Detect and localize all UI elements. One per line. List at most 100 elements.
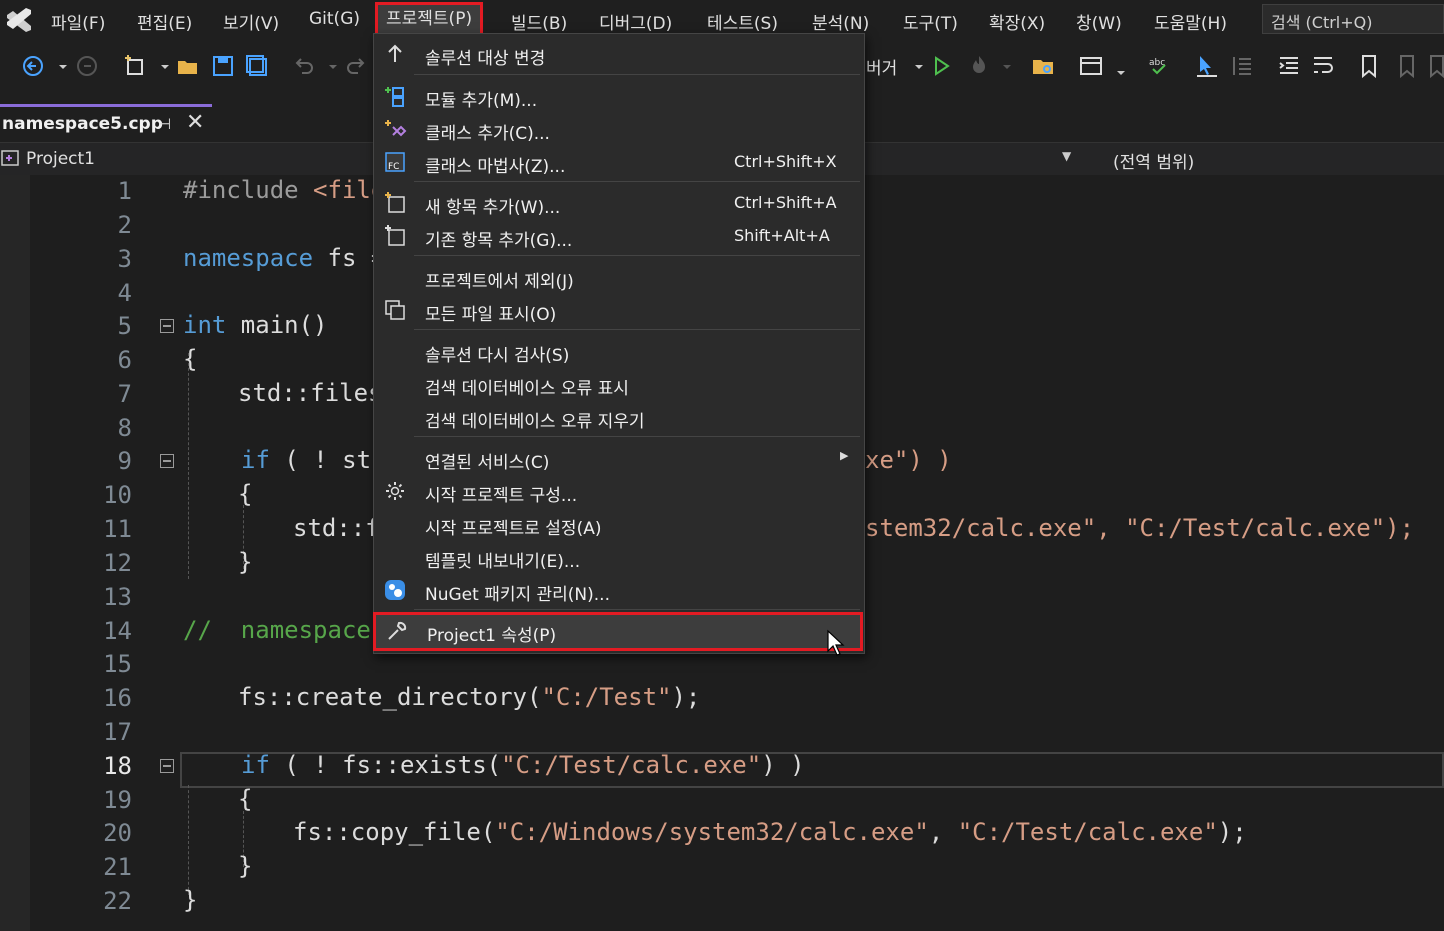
menu-item-label: 시작 프로젝트로 설정(A) bbox=[425, 519, 602, 539]
menu-item-show-all-files[interactable]: 모든 파일 표시(O) bbox=[374, 294, 864, 327]
pin-icon[interactable]: ⊣ bbox=[158, 115, 171, 133]
menu-extensions[interactable]: 확장(X) bbox=[989, 9, 1045, 34]
forward-icon[interactable] bbox=[74, 53, 100, 79]
menu-separator bbox=[414, 436, 860, 437]
menu-item-shortcut: Shift+Alt+A bbox=[734, 226, 830, 245]
menu-item-label: 새 항목 추가(W)... bbox=[425, 198, 561, 218]
line-number: 14 bbox=[103, 617, 132, 645]
bookmark-icon[interactable] bbox=[1356, 53, 1382, 79]
menu-item-add-module[interactable]: 모듈 추가(M)... bbox=[374, 80, 864, 113]
menu-item-export-template[interactable]: 템플릿 내보내기(E)... bbox=[374, 541, 864, 574]
menu-item-retarget-solution[interactable]: 솔루션 대상 변경 bbox=[374, 38, 864, 71]
collapse-icon[interactable] bbox=[160, 759, 174, 773]
chevron-down-icon[interactable] bbox=[906, 53, 923, 79]
menu-window[interactable]: 창(W) bbox=[1076, 9, 1122, 34]
chevron-down-icon[interactable] bbox=[1108, 53, 1125, 79]
menu-test[interactable]: 테스트(S) bbox=[707, 9, 778, 34]
line-number: 21 bbox=[103, 853, 132, 881]
window-layout-icon[interactable] bbox=[1078, 53, 1104, 79]
menu-view[interactable]: 보기(V) bbox=[223, 9, 279, 34]
menu-item-rescan-solution[interactable]: 솔루션 다시 검사(S) bbox=[374, 335, 864, 368]
add-class-icon bbox=[383, 117, 407, 141]
menu-tools[interactable]: 도구(T) bbox=[903, 9, 958, 34]
menu-item-project-properties[interactable]: Project1 속성(P) bbox=[373, 612, 863, 651]
save-all-icon[interactable] bbox=[244, 53, 270, 79]
line-number: 5 bbox=[117, 312, 132, 340]
scope-dropdown[interactable]: (전역 범위) bbox=[1113, 148, 1194, 173]
debugger-label[interactable]: 버거 bbox=[866, 54, 897, 79]
nuget-icon bbox=[383, 578, 407, 602]
line-number: 12 bbox=[103, 549, 132, 577]
close-icon[interactable]: ✕ bbox=[186, 110, 204, 135]
menu-item-manage-nuget[interactable]: NuGet 패키지 관리(N)... bbox=[374, 574, 864, 607]
show-all-files-icon bbox=[383, 298, 407, 322]
line-number: 18 bbox=[103, 752, 132, 780]
line-number: 20 bbox=[103, 819, 132, 847]
word-wrap-icon[interactable] bbox=[1310, 53, 1336, 79]
next-bookmark-icon[interactable] bbox=[1426, 53, 1444, 79]
code-line: 20 fs::copy_file("C:/Windows/system32/cal… bbox=[30, 817, 1444, 851]
menu-item-add-existing-item[interactable]: 기존 항목 추가(G)... Shift+Alt+A bbox=[374, 220, 864, 253]
menu-item-label: 클래스 추가(C)... bbox=[425, 124, 550, 144]
menu-separator bbox=[414, 609, 860, 610]
chevron-down-icon[interactable] bbox=[320, 53, 337, 79]
code-text: if ( ! fs::exists("C:/Test/calc.exe") ) bbox=[241, 751, 805, 779]
menu-item-connected-services[interactable]: 연결된 서비스(C) ▶ bbox=[374, 442, 864, 475]
line-number: 15 bbox=[103, 650, 132, 678]
menu-edit[interactable]: 편집(E) bbox=[137, 9, 192, 34]
new-project-icon[interactable] bbox=[122, 53, 148, 79]
project-dropdown[interactable]: Project1 bbox=[26, 149, 95, 169]
menu-item-label: 클래스 마법사(Z)... bbox=[425, 157, 566, 177]
visual-studio-logo-icon[interactable] bbox=[4, 6, 34, 34]
menu-item-show-db-errors[interactable]: 검색 데이터베이스 오류 표시 bbox=[374, 368, 864, 401]
code-text: int main() bbox=[183, 311, 328, 339]
menu-git[interactable]: Git(G) bbox=[309, 9, 360, 29]
chevron-down-icon[interactable] bbox=[50, 53, 67, 79]
menu-debug[interactable]: 디버그(D) bbox=[599, 9, 672, 34]
column-icon[interactable] bbox=[1228, 53, 1254, 79]
indent-icon[interactable] bbox=[1276, 53, 1302, 79]
menu-item-label: 솔루션 대상 변경 bbox=[425, 49, 546, 69]
menu-item-set-startup-project[interactable]: 시작 프로젝트로 설정(A) bbox=[374, 508, 864, 541]
menu-item-label: 솔루션 다시 검사(S) bbox=[425, 346, 570, 366]
tab-namespace5-cpp[interactable]: namespace5.cpp ⊣ ✕ bbox=[0, 104, 212, 140]
select-cursor-icon[interactable] bbox=[1194, 53, 1220, 79]
start-without-debugging-icon[interactable] bbox=[928, 53, 954, 79]
menu-item-add-new-item[interactable]: 새 항목 추가(W)... Ctrl+Shift+A bbox=[374, 187, 864, 220]
gear-icon bbox=[383, 479, 407, 503]
solution-explorer-icon[interactable] bbox=[1030, 53, 1056, 79]
menu-help[interactable]: 도움말(H) bbox=[1154, 9, 1227, 34]
open-folder-icon[interactable] bbox=[175, 53, 201, 79]
menu-item-class-wizard[interactable]: FC 클래스 마법사(Z)... Ctrl+Shift+X bbox=[374, 146, 864, 179]
redo-icon[interactable] bbox=[344, 53, 370, 79]
menu-separator bbox=[414, 181, 860, 182]
menu-item-configure-startup-projects[interactable]: 시작 프로젝트 구성... bbox=[374, 475, 864, 508]
chevron-down-icon[interactable]: ▼ bbox=[1062, 149, 1071, 163]
spell-check-icon[interactable]: abc bbox=[1146, 53, 1172, 79]
menu-analyze[interactable]: 분석(N) bbox=[812, 9, 869, 34]
menu-item-label: 프로젝트에서 제외(J) bbox=[425, 272, 574, 292]
previous-bookmark-icon[interactable] bbox=[1392, 53, 1418, 79]
chevron-down-icon[interactable] bbox=[152, 53, 169, 79]
save-icon[interactable] bbox=[210, 53, 236, 79]
menu-build[interactable]: 빌드(B) bbox=[511, 9, 567, 34]
code-line: 16 fs::create_directory("C:/Test"); bbox=[30, 682, 1444, 716]
code-text: { bbox=[238, 480, 253, 508]
svg-text:FC: FC bbox=[388, 162, 399, 172]
back-icon[interactable] bbox=[20, 53, 46, 79]
menu-item-clear-db-errors[interactable]: 검색 데이터베이스 오류 지우기 bbox=[374, 401, 864, 434]
menu-item-add-class[interactable]: 클래스 추가(C)... bbox=[374, 113, 864, 146]
line-number: 19 bbox=[103, 786, 132, 814]
collapse-icon[interactable] bbox=[160, 454, 174, 468]
undo-icon[interactable] bbox=[290, 53, 316, 79]
menu-file[interactable]: 파일(F) bbox=[51, 9, 105, 34]
search-box[interactable]: 검색 (Ctrl+Q) bbox=[1262, 4, 1444, 34]
line-number: 13 bbox=[103, 583, 132, 611]
menu-item-exclude-from-project[interactable]: 프로젝트에서 제외(J) bbox=[374, 261, 864, 294]
menu-project[interactable]: 프로젝트(P) bbox=[374, 2, 484, 36]
code-text: std::files bbox=[238, 379, 383, 407]
collapse-icon[interactable] bbox=[160, 319, 174, 333]
hot-reload-icon[interactable] bbox=[966, 53, 992, 79]
chevron-down-icon[interactable] bbox=[994, 53, 1011, 79]
menu-item-label: 기존 항목 추가(G)... bbox=[425, 231, 573, 251]
